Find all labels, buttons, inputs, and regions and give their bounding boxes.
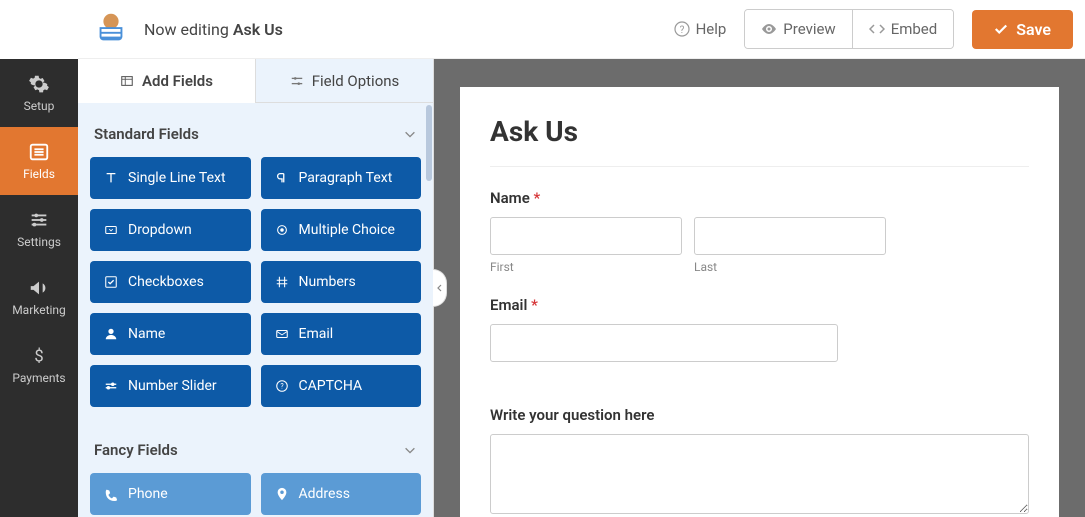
help-link[interactable]: ? Help: [674, 20, 727, 38]
help-icon: ?: [674, 21, 690, 37]
svg-text:$: $: [34, 348, 43, 367]
checkbox-icon: [104, 275, 118, 289]
preview-embed-group: Preview Embed: [744, 9, 954, 49]
section-fancy-fields[interactable]: Fancy Fields: [90, 435, 421, 473]
sliders-icon: [28, 209, 50, 231]
top-bar: Now editing Ask Us ? Help Preview Embed …: [78, 0, 1085, 59]
field-address[interactable]: Address: [261, 473, 422, 515]
form-field-name: Name * First Last: [490, 189, 1029, 274]
nav-marketing[interactable]: Marketing: [0, 263, 78, 331]
question-label: Write your question here: [490, 406, 1029, 424]
phone-icon: [104, 487, 118, 501]
list-icon: [28, 141, 50, 163]
field-numbers[interactable]: Numbers: [261, 261, 422, 303]
options-icon: [290, 74, 304, 88]
svg-text:?: ?: [679, 25, 684, 36]
field-captcha[interactable]: ?CAPTCHA: [261, 365, 422, 407]
text-icon: [104, 171, 118, 185]
dropdown-icon: [104, 223, 118, 237]
nav-payments[interactable]: $ Payments: [0, 331, 78, 399]
sidebar-scrollbar[interactable]: [425, 103, 433, 517]
hash-icon: [275, 275, 289, 289]
email-input[interactable]: [490, 324, 838, 362]
chevron-left-icon: [436, 284, 444, 292]
preview-button[interactable]: Preview: [745, 10, 851, 48]
svg-text:?: ?: [280, 383, 284, 391]
chevron-down-icon: [403, 127, 417, 141]
chevron-down-icon: [403, 443, 417, 457]
person-icon: [104, 327, 118, 341]
tab-add-fields[interactable]: Add Fields: [78, 59, 255, 103]
first-name-input[interactable]: [490, 217, 682, 255]
main-nav: Setup Fields Settings Marketing $ Paymen…: [0, 59, 78, 517]
check-icon: [994, 22, 1008, 36]
editing-label: Now editing Ask Us: [144, 20, 283, 39]
field-name[interactable]: Name: [90, 313, 251, 355]
pin-icon: [275, 487, 289, 501]
nav-setup[interactable]: Setup: [0, 59, 78, 127]
field-phone[interactable]: Phone: [90, 473, 251, 515]
form-preview-area: Ask Us Name * First Last Email *: [434, 59, 1085, 517]
gear-icon: [28, 73, 50, 95]
field-multiple-choice[interactable]: Multiple Choice: [261, 209, 422, 251]
embed-button[interactable]: Embed: [852, 10, 954, 48]
radio-icon: [275, 223, 289, 237]
app-logo: [90, 8, 132, 50]
eye-icon: [761, 21, 777, 37]
paragraph-icon: [275, 171, 289, 185]
last-sublabel: Last: [694, 260, 886, 274]
code-icon: [869, 21, 885, 37]
last-name-input[interactable]: [694, 217, 886, 255]
field-paragraph-text[interactable]: Paragraph Text: [261, 157, 422, 199]
nav-settings[interactable]: Settings: [0, 195, 78, 263]
section-standard-fields[interactable]: Standard Fields: [90, 119, 421, 157]
form-canvas: Ask Us Name * First Last Email *: [460, 87, 1059, 517]
captcha-icon: ?: [275, 379, 289, 393]
form-field-question: Write your question here: [490, 406, 1029, 517]
first-sublabel: First: [490, 260, 682, 274]
field-dropdown[interactable]: Dropdown: [90, 209, 251, 251]
grid-icon: [120, 74, 134, 88]
fields-sidebar: Add Fields Field Options Standard Fields…: [78, 59, 434, 517]
nav-fields[interactable]: Fields: [0, 127, 78, 195]
email-label: Email *: [490, 296, 1029, 314]
field-number-slider[interactable]: Number Slider: [90, 365, 251, 407]
form-title: Ask Us: [490, 115, 1029, 148]
envelope-icon: [275, 327, 289, 341]
field-checkboxes[interactable]: Checkboxes: [90, 261, 251, 303]
dollar-icon: $: [28, 345, 50, 367]
slider-icon: [104, 379, 118, 393]
form-field-email: Email *: [490, 296, 1029, 384]
name-label: Name *: [490, 189, 1029, 207]
field-email[interactable]: Email: [261, 313, 422, 355]
save-button[interactable]: Save: [972, 10, 1073, 49]
tab-field-options[interactable]: Field Options: [255, 59, 433, 103]
bullhorn-icon: [28, 277, 50, 299]
question-textarea[interactable]: [490, 434, 1029, 514]
divider: [490, 166, 1029, 167]
field-single-line-text[interactable]: Single Line Text: [90, 157, 251, 199]
